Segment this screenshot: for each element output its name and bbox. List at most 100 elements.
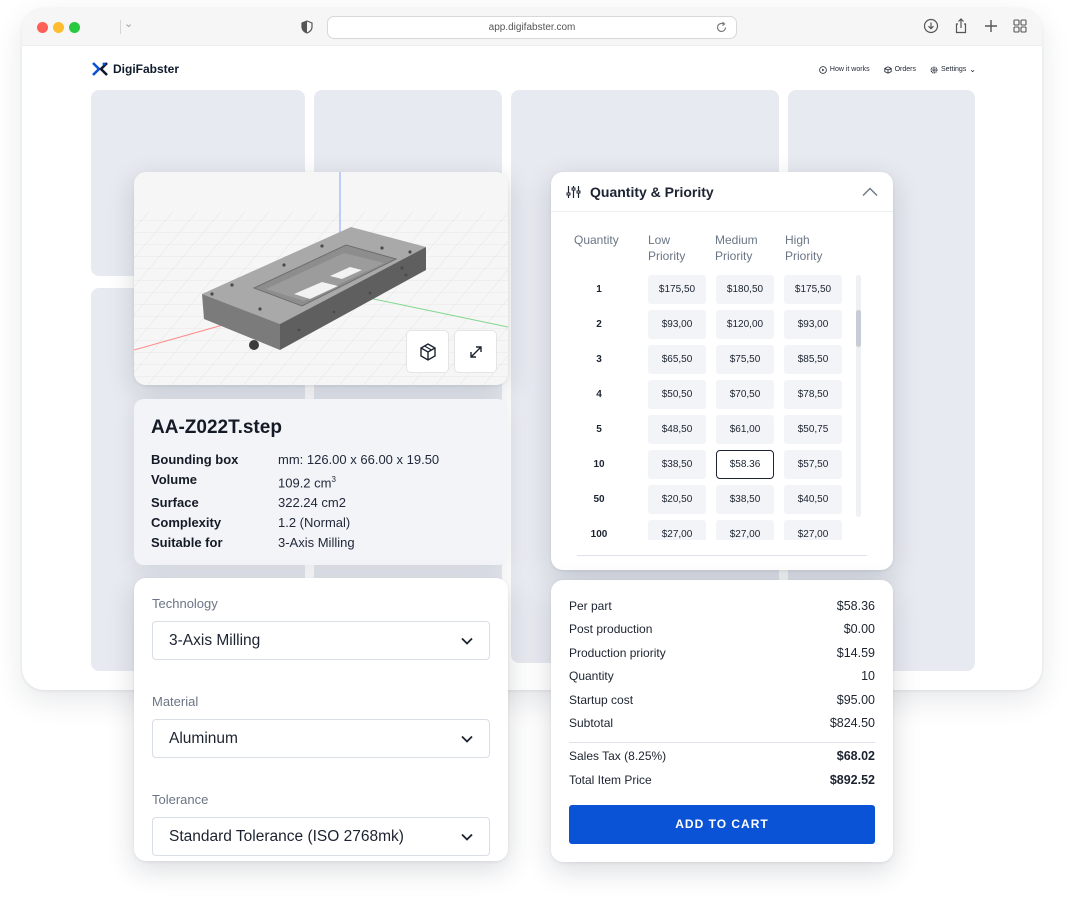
close-window-button[interactable]: [37, 22, 48, 33]
price-option[interactable]: $58.36: [716, 450, 774, 479]
titlebar-divider: [120, 20, 121, 34]
material-value: Aluminum: [169, 729, 238, 747]
price-option[interactable]: $175,50: [784, 275, 842, 304]
price-option[interactable]: $93,00: [648, 310, 706, 339]
quantity-row: 4 $50,50 $70,50 $78,50: [551, 380, 893, 410]
nav-settings-label: Settings: [941, 66, 967, 73]
privacy-shield-icon[interactable]: [300, 20, 314, 34]
info-row-volume: Volume 109.2 cm3: [151, 470, 491, 493]
column-medium-priority: Medium Priority: [715, 233, 758, 263]
info-value: 109.2 cm3: [278, 470, 336, 493]
quantity-row: 1 $175,50 $180,50 $175,50: [551, 275, 893, 305]
price-option[interactable]: $38,50: [716, 485, 774, 514]
chevron-down-icon: ⌄: [969, 65, 976, 74]
material-select[interactable]: Aluminum: [152, 719, 490, 758]
summary-divider: [569, 742, 875, 744]
nav-how-it-works[interactable]: How it works: [819, 65, 870, 74]
tolerance-select[interactable]: Standard Tolerance (ISO 2768mk): [152, 817, 490, 856]
fullscreen-button[interactable]: [454, 330, 497, 373]
quantity-value: 10: [593, 459, 605, 470]
new-tab-icon[interactable]: [982, 17, 1000, 35]
price-option[interactable]: $27,00: [716, 520, 774, 540]
app-logo[interactable]: DigiFabster: [92, 62, 179, 76]
price-option[interactable]: $50,75: [784, 415, 842, 444]
technology-select[interactable]: 3-Axis Milling: [152, 621, 490, 660]
price-option[interactable]: $78,50: [784, 380, 842, 409]
share-icon[interactable]: [952, 17, 970, 35]
quantity-table-body: 1 $175,50 $180,50 $175,50 2 $93,00 $120,00 $93,…: [551, 275, 893, 540]
info-key: Surface: [151, 494, 199, 510]
minimize-window-button[interactable]: [53, 22, 64, 33]
maximize-window-button[interactable]: [69, 22, 80, 33]
nav-orders[interactable]: Orders: [883, 65, 916, 74]
price-option[interactable]: $65,50: [648, 345, 706, 374]
box-icon: [883, 65, 892, 74]
logo-text: DigiFabster: [113, 62, 180, 76]
price-option[interactable]: $27,00: [648, 520, 706, 540]
price-option[interactable]: $61,00: [716, 415, 774, 444]
view-mode-button[interactable]: [406, 330, 449, 373]
info-key: Bounding box: [151, 452, 239, 467]
download-icon[interactable]: [922, 17, 940, 35]
price-option[interactable]: $93,00: [784, 310, 842, 339]
address-bar[interactable]: app.digifabster.com: [327, 16, 737, 39]
chevron-down-icon[interactable]: ⌄: [124, 17, 133, 30]
price-option[interactable]: $48,50: [648, 415, 706, 444]
info-value: 322.24 cm2: [278, 494, 346, 510]
summary-value: $14.59: [836, 645, 875, 660]
summary-row: Post production $0.00: [569, 622, 875, 645]
quantity-row: 50 $20,50 $38,50 $40,50: [551, 485, 893, 515]
model-viewer[interactable]: [134, 172, 508, 385]
summary-row: Production priority $14.59: [569, 646, 875, 669]
chevron-up-icon[interactable]: [862, 187, 878, 197]
sliders-icon: [566, 185, 581, 198]
summary-label: Production priority: [569, 645, 666, 660]
summary-label: Per part: [569, 599, 612, 613]
info-value: mm: 126.00 x 66.00 x 19.50: [278, 452, 440, 467]
quantity-value: 50: [593, 494, 605, 505]
info-value: 1.2 (Normal): [278, 514, 351, 530]
summary-label: Quantity: [569, 669, 614, 684]
material-label: Material: [152, 694, 199, 709]
browser-titlebar: ⌄ app.digifabster.com: [22, 8, 1042, 46]
summary-row: Sales Tax (8.25%) $68.02: [569, 749, 875, 772]
summary-label: Sales Tax (8.25%): [569, 749, 667, 764]
nav-how-it-works-label: How it works: [829, 66, 870, 73]
price-option[interactable]: $75,50: [716, 345, 774, 374]
price-option[interactable]: $57,50: [784, 450, 842, 479]
summary-row: Per part $58.36: [569, 599, 875, 622]
price-option[interactable]: $175,50: [648, 275, 706, 304]
info-row-bounding-box: Bounding box mm: 126.00 x 66.00 x 19.50: [151, 450, 491, 470]
configuration-panel: Technology 3-Axis Milling Material Alumi…: [134, 578, 508, 861]
price-option[interactable]: $85,50: [784, 345, 842, 374]
quantity-row: 2 $93,00 $120,00 $93,00: [551, 310, 893, 340]
quantity-row: 10 $38,50 $58.36 $57,50: [551, 450, 893, 480]
summary-label: Total Item Price: [569, 772, 652, 787]
price-option[interactable]: $50,50: [648, 380, 706, 409]
quantity-priority-header[interactable]: Quantity & Priority: [551, 172, 893, 212]
scrollbar-thumb[interactable]: [856, 310, 861, 347]
nav-orders-label: Orders: [894, 66, 916, 73]
price-summary-panel: Per part $58.36 Post production $0.00 Produc…: [551, 580, 893, 862]
technology-label: Technology: [152, 596, 218, 611]
quantity-priority-title: Quantity & Priority: [566, 184, 714, 200]
nav-settings[interactable]: Settings ⌄: [930, 65, 976, 74]
price-option[interactable]: $38,50: [648, 450, 706, 479]
info-key: Complexity: [151, 514, 222, 530]
price-option[interactable]: $40,50: [784, 485, 842, 514]
summary-value: $68.02: [836, 749, 875, 764]
tab-overview-icon[interactable]: [1011, 17, 1029, 35]
quantity-priority-title-text: Quantity & Priority: [590, 183, 714, 200]
price-option[interactable]: $120,00: [716, 310, 774, 339]
add-to-cart-button[interactable]: ADD TO CART: [569, 805, 875, 844]
price-option[interactable]: $180,50: [716, 275, 774, 304]
model-filename: AA-Z022T.step: [151, 417, 282, 438]
info-key: Suitable for: [151, 534, 223, 550]
model-3d-render[interactable]: [134, 172, 508, 385]
price-option[interactable]: $20,50: [648, 485, 706, 514]
summary-value: 10: [861, 669, 875, 684]
reload-icon[interactable]: [715, 21, 728, 34]
price-option[interactable]: $70,50: [716, 380, 774, 409]
summary-label: Startup cost: [569, 692, 634, 707]
price-option[interactable]: $27,00: [784, 520, 842, 540]
